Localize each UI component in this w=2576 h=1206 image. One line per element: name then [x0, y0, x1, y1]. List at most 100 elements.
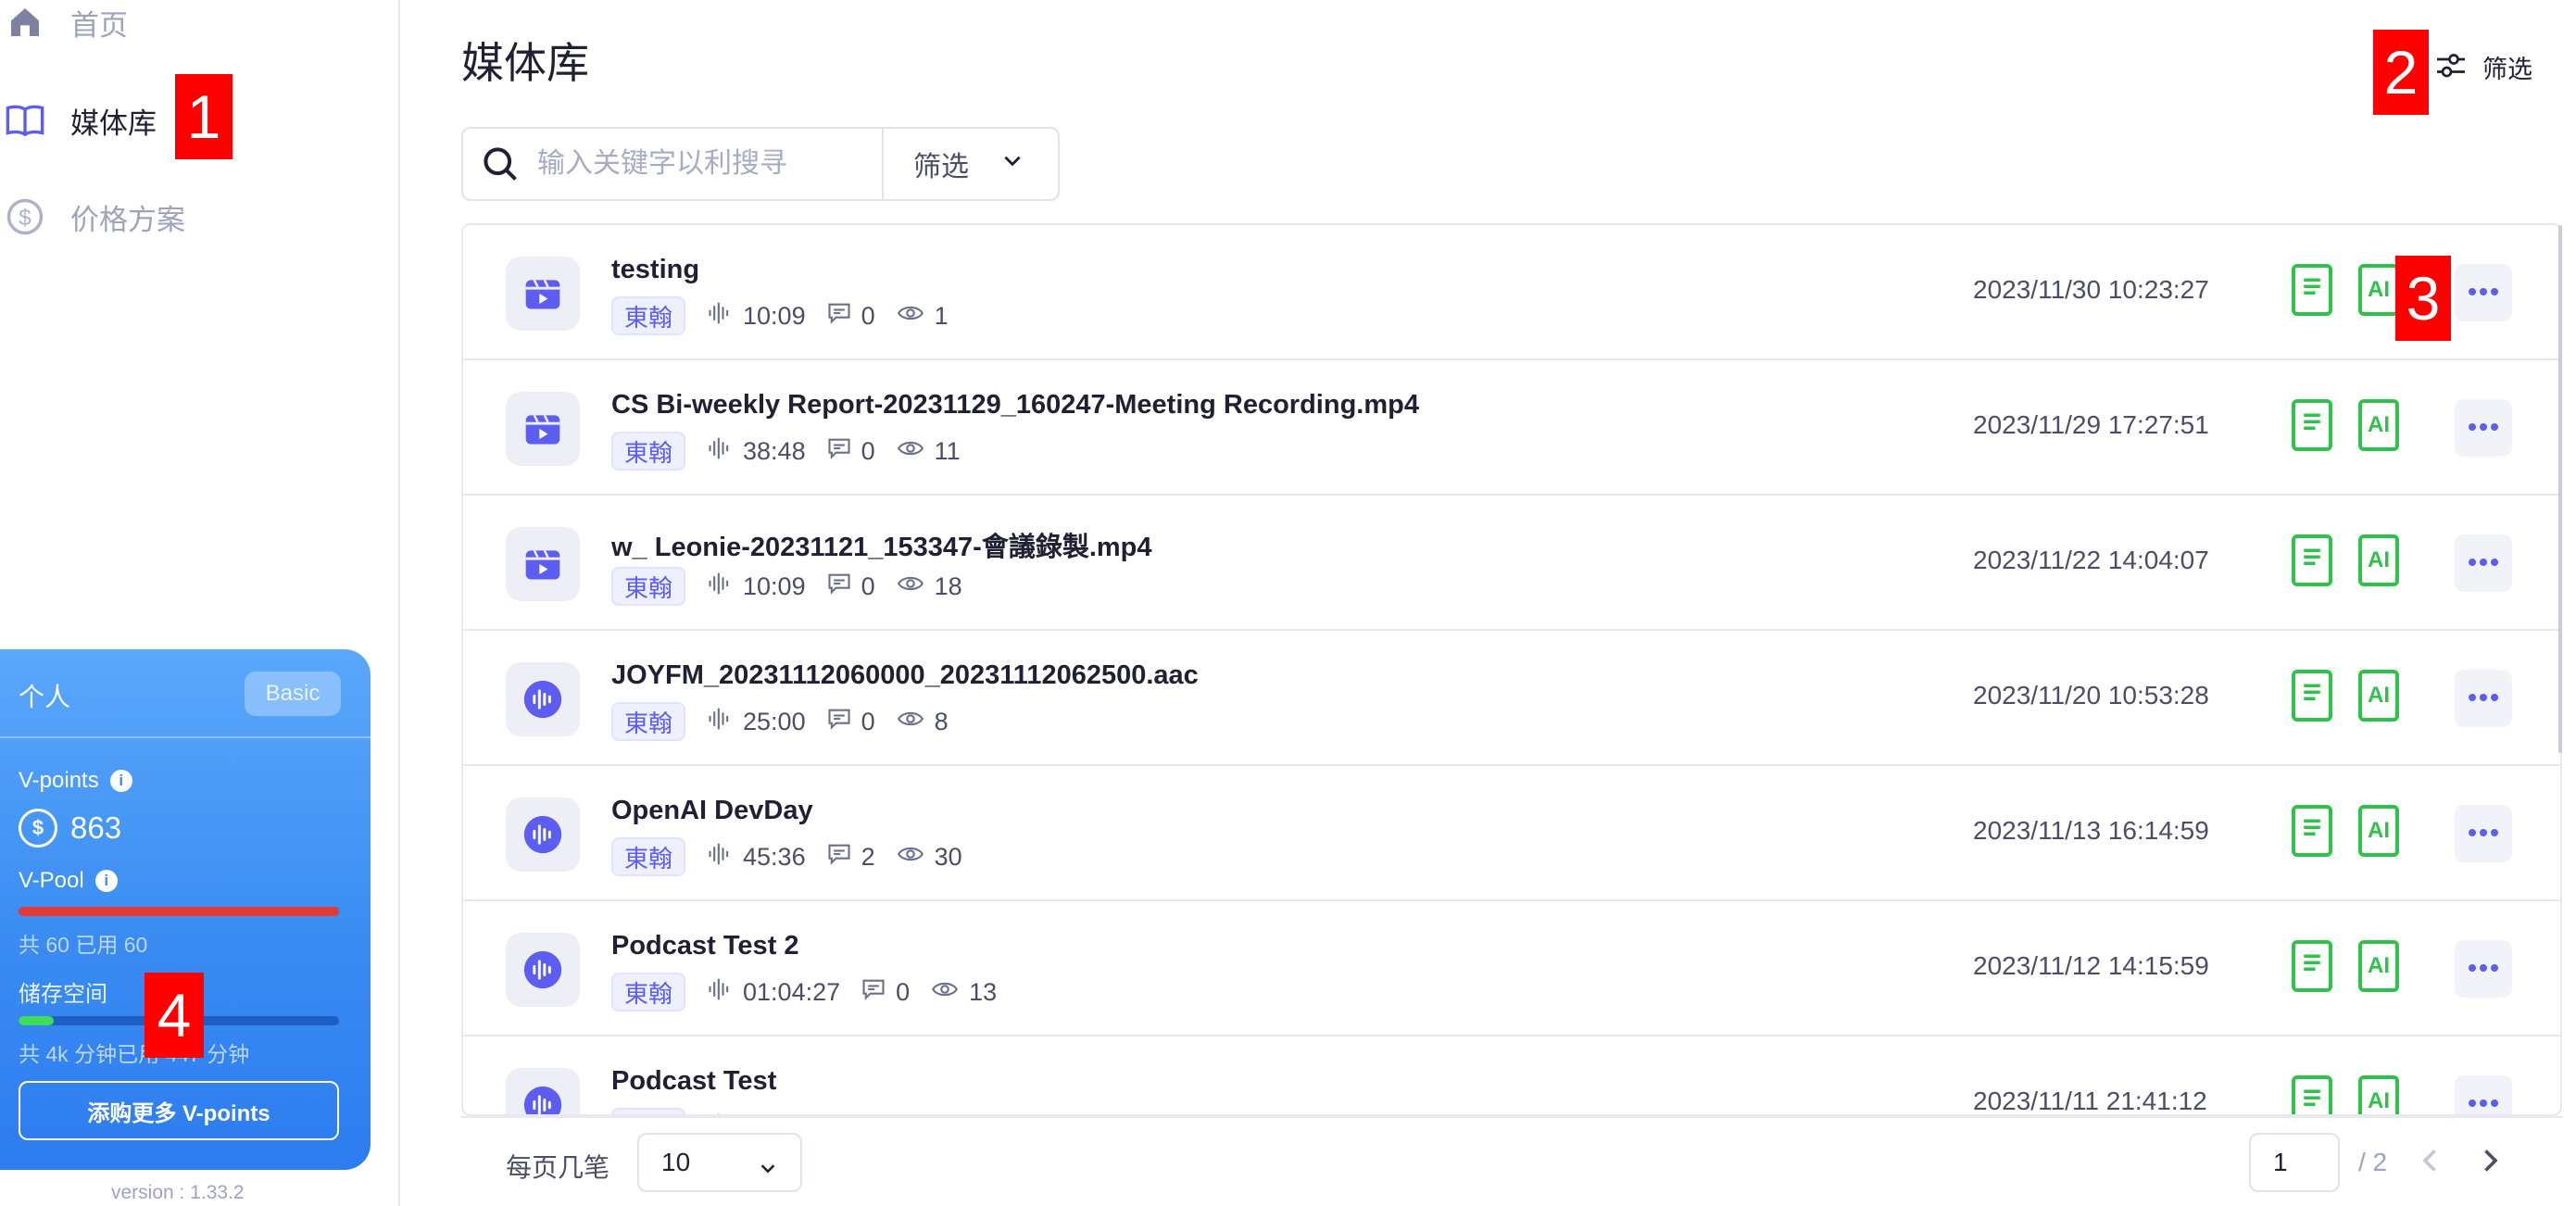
document-icon: [2299, 542, 2325, 580]
search-bar: 筛选: [461, 127, 1060, 201]
info-icon[interactable]: i: [109, 770, 132, 792]
media-row[interactable]: Podcast Test 2 東翰 01:04:27 0 13 2023/11/12 14…: [463, 901, 2560, 1036]
views: 8: [896, 706, 949, 738]
vpool-label-text: V-Pool: [19, 868, 84, 893]
plan-name: 个人: [19, 683, 71, 711]
ellipsis-icon: [2468, 555, 2499, 572]
media-title[interactable]: OpenAI DevDay: [611, 796, 813, 826]
media-meta: 東翰 45:36 2 30: [611, 836, 962, 877]
more-options-button[interactable]: [2455, 805, 2512, 862]
eye-icon: [896, 300, 935, 333]
audio-file-icon: [506, 662, 580, 736]
ellipsis-icon: [2468, 961, 2499, 977]
views: 13: [930, 976, 997, 1009]
transcript-button[interactable]: [2292, 534, 2332, 586]
per-page-select[interactable]: 10: [637, 1133, 802, 1192]
search-icon: [480, 144, 521, 184]
search-input[interactable]: [537, 148, 852, 180]
views-count: 1: [934, 301, 949, 330]
ai-button[interactable]: AI: [2358, 1075, 2399, 1114]
video-file-icon: [506, 257, 580, 331]
views: 1: [896, 300, 949, 333]
info-icon[interactable]: i: [94, 870, 118, 892]
more-options-button[interactable]: [2455, 534, 2512, 592]
media-meta: 東翰01:04:2704: [611, 1107, 983, 1114]
media-meta: 東翰 10:09 0 1: [611, 295, 949, 336]
waveform-icon: [706, 571, 743, 603]
buy-vpoints-button[interactable]: 添购更多 V-points: [19, 1081, 339, 1140]
audio-file-icon: [506, 1068, 580, 1114]
media-row[interactable]: testing 東翰 10:09 0 1 2023/11/30 10:23:27 AI: [463, 225, 2560, 360]
media-row[interactable]: JOYFM_20231112060000_20231112062500.aac 東…: [463, 631, 2560, 766]
transcript-button[interactable]: [2292, 264, 2332, 316]
duration: 10:09: [706, 300, 806, 333]
page-number-input[interactable]: 1: [2249, 1133, 2340, 1192]
media-row[interactable]: CS Bi-weekly Report-20231129_160247-Meet…: [463, 360, 2560, 496]
media-list: testing 東翰 10:09 0 1 2023/11/30 10:23:27 AI CS …: [461, 223, 2562, 1116]
views-count: 30: [934, 842, 962, 871]
comments: 0: [826, 571, 875, 603]
transcript-button[interactable]: [2292, 805, 2332, 857]
nav-home[interactable]: 首页: [0, 0, 128, 52]
transcript-button[interactable]: [2292, 940, 2332, 992]
ai-button[interactable]: AI: [2358, 264, 2399, 316]
plan-badge[interactable]: Basic: [245, 672, 341, 716]
media-row[interactable]: OpenAI DevDay 東翰 45:36 2 30 2023/11/13 16:14:…: [463, 766, 2560, 901]
more-options-button[interactable]: [2455, 264, 2512, 321]
duration-value: 38:48: [743, 436, 806, 465]
transcript-button[interactable]: [2292, 670, 2332, 722]
views-count: 13: [969, 977, 998, 1006]
eye-icon: [896, 435, 935, 468]
duration-value: 10:09: [743, 301, 806, 330]
waveform-icon: [706, 706, 743, 738]
nav-media-library[interactable]: 媒体库: [0, 91, 157, 150]
views: 11: [896, 435, 961, 468]
owner-tag: 東翰: [611, 973, 686, 1011]
media-title[interactable]: JOYFM_20231112060000_20231112062500.aac: [611, 660, 1199, 691]
ai-button[interactable]: AI: [2358, 399, 2399, 451]
chevron-left-icon[interactable]: [2414, 1144, 2447, 1182]
more-options-button[interactable]: [2455, 670, 2512, 727]
eye-icon: [896, 706, 935, 738]
media-date: 2023/11/29 17:27:51: [1973, 410, 2209, 439]
vpool-usage-text: 共 60 已用 60: [19, 933, 148, 957]
comments: 0: [861, 976, 910, 1009]
more-options-button[interactable]: [2455, 1075, 2512, 1114]
ai-button[interactable]: AI: [2358, 670, 2399, 722]
comment-icon: [826, 706, 861, 738]
transcript-button[interactable]: [2292, 399, 2332, 451]
media-title[interactable]: CS Bi-weekly Report-20231129_160247-Meet…: [611, 390, 1419, 421]
filter-dropdown-label: 筛选: [913, 152, 969, 182]
more-options-button[interactable]: [2455, 940, 2512, 998]
per-page-label: 每页几笔: [506, 1153, 610, 1182]
media-row[interactable]: Podcast Test 東翰01:04:2704 2023/11/11 21:41…: [463, 1036, 2560, 1114]
media-title[interactable]: Podcast Test 2: [611, 931, 799, 961]
filter-dropdown[interactable]: 筛选: [884, 129, 1058, 199]
annotation-marker-2: 2: [2373, 30, 2429, 115]
ai-button[interactable]: AI: [2358, 805, 2399, 857]
comments-count: 0: [861, 707, 875, 735]
ai-button[interactable]: AI: [2358, 534, 2399, 586]
document-icon: [2299, 677, 2325, 715]
list-scrollbar[interactable]: [2558, 225, 2562, 753]
media-title[interactable]: w_ Leonie-20231121_153347-會議錄製.mp4: [611, 525, 1152, 564]
vpoints-label-text: V-points: [19, 768, 99, 793]
media-title[interactable]: Podcast Test: [611, 1066, 776, 1097]
filter-button[interactable]: 筛选: [2434, 48, 2532, 86]
ellipsis-icon: [2468, 420, 2499, 436]
sliders-icon: [2434, 48, 2468, 86]
chevron-right-icon[interactable]: [2473, 1144, 2507, 1182]
vpool-label: V-Pool i: [19, 868, 118, 894]
ai-button[interactable]: AI: [2358, 940, 2399, 992]
nav-pricing[interactable]: $ 价格方案: [0, 187, 185, 246]
more-options-button[interactable]: [2455, 399, 2512, 457]
owner-tag: 東翰: [611, 702, 686, 741]
media-row[interactable]: w_ Leonie-20231121_153347-會議錄製.mp4 東翰 10:0…: [463, 496, 2560, 631]
duration: 25:00: [706, 706, 806, 738]
transcript-button[interactable]: [2292, 1075, 2332, 1114]
duration: 45:36: [706, 841, 806, 873]
media-meta: 東翰 01:04:27 0 13: [611, 972, 997, 1012]
views: 18: [896, 571, 962, 603]
media-title[interactable]: testing: [611, 255, 699, 285]
comments: 0: [826, 300, 875, 333]
